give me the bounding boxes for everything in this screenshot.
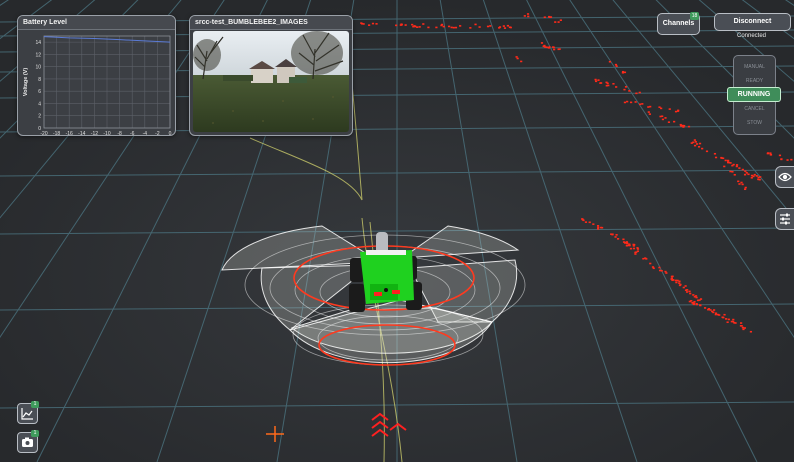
x-tick-label: -2 [155,131,160,135]
x-tick-label: -18 [53,131,60,135]
mode-running[interactable]: RUNNING [727,87,781,102]
y-tick-label: 2 [38,114,41,120]
y-tick-label: 10 [35,65,41,71]
mode-ready[interactable]: READY [734,78,775,84]
visibility-button[interactable] [775,166,794,188]
battery-level-panel[interactable]: Battery Level 0 2 4 6 8 10 12 14 -20 -18 -16 -14 -12… [17,15,176,136]
mode-cancel[interactable]: CANCEL [734,106,775,112]
camera-image [193,31,349,132]
y-tick-label: 4 [38,101,41,107]
mode-manual[interactable]: MANUAL [734,64,775,70]
chart-count-badge: 1 [31,401,39,408]
y-tick-label: 8 [38,77,41,83]
sliders-icon [780,213,790,225]
y-axis-label: Voltage (V) [23,68,29,96]
battery-panel-title: Battery Level [18,16,175,30]
x-tick-label: -8 [117,131,122,135]
camera-count-badge: 1 [31,430,39,437]
battery-chart: 02468101214-20 -18 -16 -14 -12 -10 -8 -6 -4 -2 0Vo… [23,35,172,135]
y-tick-label: 12 [35,52,41,58]
camera-feed-panel[interactable]: srcc-test_BUMBLEBEE2_IMAGES [189,15,353,136]
camera-panel-title: srcc-test_BUMBLEBEE2_IMAGES [190,16,352,30]
mode-stow[interactable]: STOW [734,120,775,126]
connection-status: Connected [736,33,767,39]
settings-button[interactable] [775,208,794,230]
eye-icon [778,172,792,182]
x-tick-label: -6 [130,131,135,135]
disconnect-button[interactable]: Disconnect [714,13,791,31]
x-tick-label: -14 [78,131,85,135]
x-tick-label: 0 [169,131,172,135]
y-tick-label: 6 [38,89,41,95]
x-tick-label: -16 [66,131,73,135]
x-tick-label: -20 [40,131,47,135]
y-tick-label: 14 [35,40,41,46]
x-tick-label: -10 [103,131,110,135]
x-tick-label: -4 [143,131,148,135]
x-tick-label: -12 [91,131,98,135]
channels-count-badge: 18 [690,12,699,20]
